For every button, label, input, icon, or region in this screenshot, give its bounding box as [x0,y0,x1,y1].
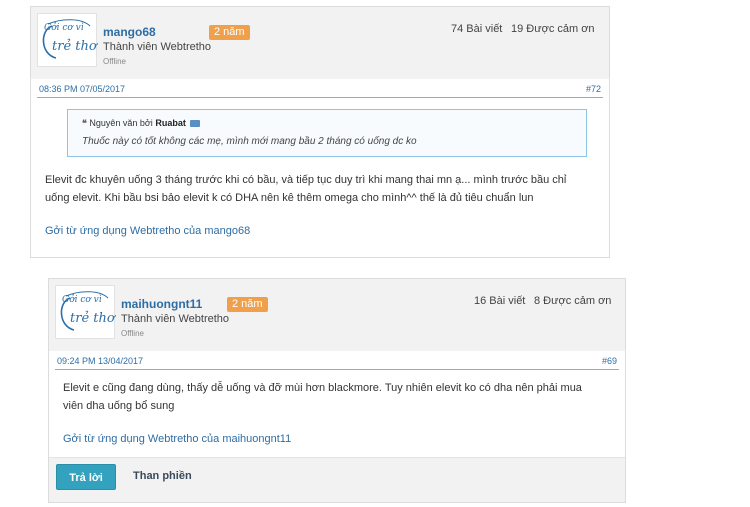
online-status: Offline [103,57,126,66]
post-body-line: Elevit e cũng đang dùng, thấy dễ uống và… [63,382,582,394]
post-header: Gởi cơ vì trẻ thơ maihuongnt11 2 năm Thà… [49,279,625,351]
quote-author: Ruabat [155,118,186,128]
quote-text: Thuốc này có tốt không các mẹ, mình mới … [82,136,417,147]
logo-text-line1: Gởi cơ vì [62,295,102,305]
avatar[interactable]: Gởi cơ vì trẻ thơ [37,13,97,67]
post-count: 16 Bài viết [474,295,526,307]
app-signature-link[interactable]: Gởi từ ứng dụng Webtretho của maihuongnt… [63,433,291,445]
thanks-count: 19 Được cảm ơn [511,23,595,35]
post-datetime: 08:36 PM 07/05/2017 [39,84,126,94]
post-number-link[interactable]: #69 [602,356,617,366]
thanks-count: 8 Được cảm ơn [534,295,612,307]
quote-block: ❝ Nguyên văn bởi Ruabat Thuốc này có tốt… [67,109,587,157]
logo-text-line2: trẻ thơ [70,311,115,326]
quote-prefix: Nguyên văn bởi [89,118,153,128]
view-post-icon[interactable] [190,120,201,128]
reply-button[interactable]: Trả lời [56,464,116,490]
member-age-badge: 2 năm [227,297,268,312]
post-datetime: 09:24 PM 13/04/2017 [57,356,144,366]
avatar[interactable]: Gởi cơ vì trẻ thơ [55,285,115,339]
post-body: Elevit e cũng đang dùng, thấy dễ uống và… [63,379,623,415]
post-body-line: viên dha uống bổ sung [63,400,175,412]
app-signature-link[interactable]: Gởi từ ứng dụng Webtretho của mango68 [45,225,250,237]
quote-header: ❝ Nguyên văn bởi Ruabat [82,118,201,129]
username-link[interactable]: maihuongnt11 [121,297,202,311]
member-role: Thành viên Webtretho [121,313,230,325]
quote-mark-icon: ❝ [82,118,87,128]
post-body-line: Elevit đc khuyên uống 3 tháng trước khi … [45,174,567,186]
report-button[interactable]: Than phiền [133,470,192,482]
post-date-bar: 08:36 PM 07/05/2017 #72 [37,81,603,98]
post-body: Elevit đc khuyên uống 3 tháng trước khi … [45,171,605,207]
post-header: Gởi cơ vì trẻ thơ mango68 2 năm Thành vi… [31,7,609,79]
post-number-link[interactable]: #72 [586,84,601,94]
post-69: Gởi cơ vì trẻ thơ maihuongnt11 2 năm Thà… [48,278,626,503]
member-role: Thành viên Webtretho [103,41,212,53]
post-body-line: uống elevit. Khi bầu bsi bảo elevit k có… [45,192,534,204]
post-count: 74 Bài viết [451,23,503,35]
logo-text-line2: trẻ thơ [52,39,97,54]
post-actions-bar: Trả lời Than phiền [49,457,625,502]
online-status: Offline [121,329,144,338]
post-72: Gởi cơ vì trẻ thơ mango68 2 năm Thành vi… [30,6,610,258]
logo-text-line1: Gởi cơ vì [44,23,84,33]
member-age-badge: 2 năm [209,25,250,40]
post-date-bar: 09:24 PM 13/04/2017 #69 [55,353,619,370]
username-link[interactable]: mango68 [103,25,156,39]
